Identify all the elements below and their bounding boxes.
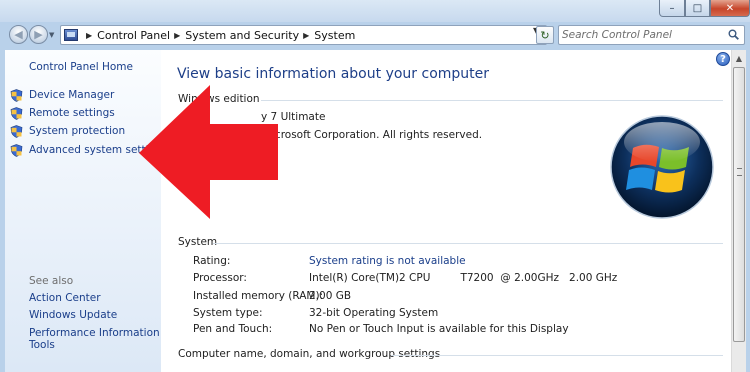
back-icon: ◀ xyxy=(14,28,23,41)
breadcrumb-system-and-security[interactable]: System and Security xyxy=(185,29,299,42)
shield-icon xyxy=(10,143,23,157)
back-button[interactable]: ◀ xyxy=(9,25,28,44)
breadcrumb-separator-icon[interactable]: ▶ xyxy=(86,31,92,40)
system-type-label: System type: xyxy=(193,307,263,319)
memory-label: Installed memory (RAM): xyxy=(193,290,324,302)
page-title: View basic information about your comput… xyxy=(177,66,490,82)
shield-icon xyxy=(10,106,23,120)
windows-edition-heading-left: Win xyxy=(178,93,198,105)
memory-value: 2.00 GB xyxy=(309,290,352,302)
shield-icon xyxy=(10,124,23,138)
system-type-value: 32-bit Operating System xyxy=(309,307,439,319)
control-panel-home-link[interactable]: Control Panel Home xyxy=(29,61,133,73)
navigation-toolbar: ◀ ▶ ▼ ▶ Control Panel ▶ System and Secur… xyxy=(0,22,750,48)
control-panel-icon xyxy=(64,29,78,41)
pen-touch-value: No Pen or Touch Input is available for t… xyxy=(309,323,569,335)
section-divider xyxy=(391,355,723,356)
processor-label: Processor: xyxy=(193,272,247,284)
copyright-text: icrosoft Corporation. All rights reserve… xyxy=(272,129,483,141)
refresh-icon: ↻ xyxy=(540,28,550,42)
sidebar-item-system-protection[interactable]: System protection xyxy=(10,124,125,138)
refresh-button[interactable]: ↻ xyxy=(536,26,554,44)
system-window: – □ ✕ ◀ ▶ ▼ ▶ Control Panel ▶ System and… xyxy=(0,0,750,372)
scroll-up-icon[interactable]: ▲ xyxy=(732,50,746,66)
performance-information-link-tools[interactable]: Tools xyxy=(29,339,55,351)
shield-icon xyxy=(10,88,23,102)
computer-name-heading: Computer name, domain, and workgroup set… xyxy=(178,348,441,360)
system-heading: System xyxy=(178,236,218,248)
see-also-heading: See also xyxy=(29,275,74,287)
help-button[interactable]: ? xyxy=(716,52,730,66)
performance-information-link[interactable]: Performance Information and xyxy=(29,327,183,339)
processor-value: Intel(R) Core(TM)2 CPU T7200 @ 2.00GHz 2… xyxy=(309,272,618,284)
windows-logo xyxy=(610,115,714,219)
scroll-thumb[interactable] xyxy=(733,67,745,342)
sidebar-item-label: Remote settings xyxy=(29,107,115,119)
breadcrumb-control-panel[interactable]: Control Panel xyxy=(97,29,170,42)
section-divider xyxy=(261,100,723,101)
address-bar[interactable]: ▶ Control Panel ▶ System and Security ▶ … xyxy=(60,25,547,45)
minimize-button[interactable]: – xyxy=(659,0,685,17)
title-bar: – □ ✕ xyxy=(0,0,750,22)
search-box[interactable] xyxy=(558,25,745,45)
pen-touch-label: Pen and Touch: xyxy=(193,323,273,335)
tasks-pane: Control Panel Home Device Manager Remote… xyxy=(5,50,183,372)
vertical-scrollbar[interactable]: ▲ xyxy=(731,50,746,372)
recent-pages-dropdown[interactable]: ▼ xyxy=(49,31,54,39)
search-input[interactable] xyxy=(562,28,722,42)
sidebar-item-remote-settings[interactable]: Remote settings xyxy=(10,106,115,120)
rating-label: Rating: xyxy=(193,255,231,267)
main-content: ? View basic information about your comp… xyxy=(161,50,746,372)
breadcrumb-system[interactable]: System xyxy=(314,29,355,42)
window-border xyxy=(746,22,750,372)
sidebar-item-label: Device Manager xyxy=(29,89,115,101)
breadcrumb-separator-icon[interactable]: ▶ xyxy=(303,31,309,40)
edition-name: y 7 Ultimate xyxy=(261,111,326,123)
sidebar-item-label: System protection xyxy=(29,125,126,137)
sidebar-item-device-manager[interactable]: Device Manager xyxy=(10,88,114,102)
rating-value-link[interactable]: System rating is not available xyxy=(309,255,466,267)
action-center-link[interactable]: Action Center xyxy=(29,292,101,304)
close-button[interactable]: ✕ xyxy=(710,0,750,17)
forward-icon: ▶ xyxy=(34,28,43,41)
windows-update-link[interactable]: Windows Update xyxy=(29,309,117,321)
breadcrumb-separator-icon[interactable]: ▶ xyxy=(174,31,180,40)
grip-icon xyxy=(737,168,742,176)
windows-edition-heading-right: ws edition xyxy=(206,93,260,105)
section-divider xyxy=(213,243,723,244)
search-icon[interactable] xyxy=(728,29,739,40)
sidebar-item-advanced-system-settings[interactable]: Advanced system settings xyxy=(10,143,167,157)
sidebar-item-label: Advanced system settings xyxy=(29,144,168,156)
maximize-button[interactable]: □ xyxy=(685,0,710,17)
forward-button[interactable]: ▶ xyxy=(29,25,48,44)
